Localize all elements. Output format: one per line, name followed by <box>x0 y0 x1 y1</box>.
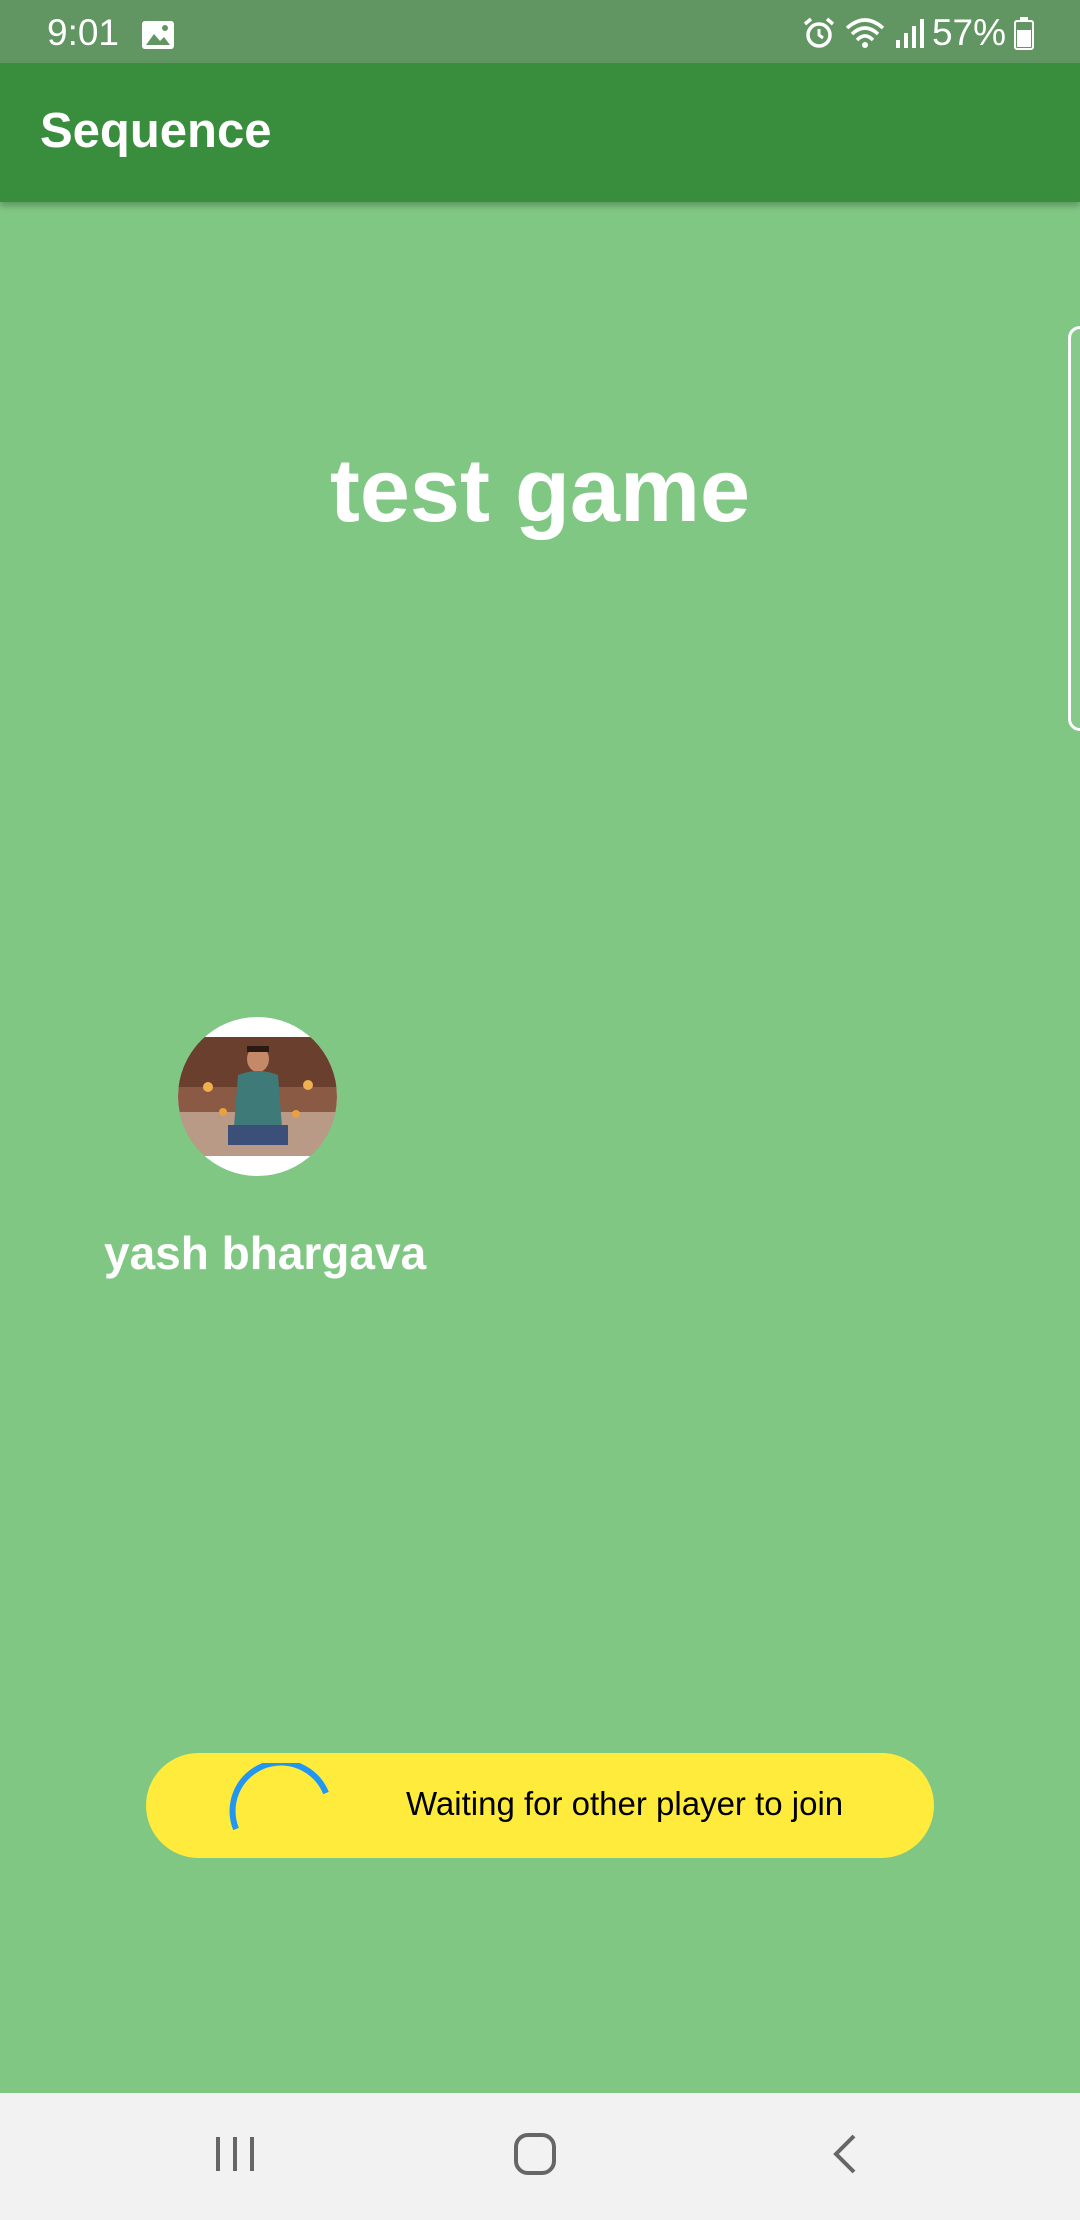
app-bar: Sequence <box>0 63 1080 202</box>
player-name: yash bhargava <box>104 1227 427 1279</box>
recents-button[interactable] <box>180 2093 290 2220</box>
recents-icon <box>214 2135 256 2178</box>
signal-icon <box>894 16 924 50</box>
app-title: Sequence <box>40 104 272 158</box>
wifi-icon <box>844 16 886 50</box>
waiting-message: Waiting for other player to join <box>406 1785 844 1822</box>
loading-spinner-icon <box>228 1759 334 1843</box>
status-bar: 9:01 57% <box>0 0 1080 63</box>
home-button[interactable] <box>480 2093 590 2220</box>
navigation-bar <box>0 2093 1080 2220</box>
alarm-icon <box>802 16 836 50</box>
back-icon <box>830 2132 860 2181</box>
home-icon <box>513 2132 557 2181</box>
waiting-status-pill: Waiting for other player to join <box>146 1753 934 1858</box>
battery-percent: 57% <box>931 12 1006 53</box>
game-title: test game <box>329 441 751 541</box>
player-avatar <box>178 1017 337 1176</box>
battery-icon <box>1014 16 1034 50</box>
status-time: 9:01 <box>47 12 120 53</box>
back-button[interactable] <box>790 2093 900 2220</box>
gallery-icon <box>141 17 175 49</box>
status-icons: 57% <box>802 12 1034 54</box>
